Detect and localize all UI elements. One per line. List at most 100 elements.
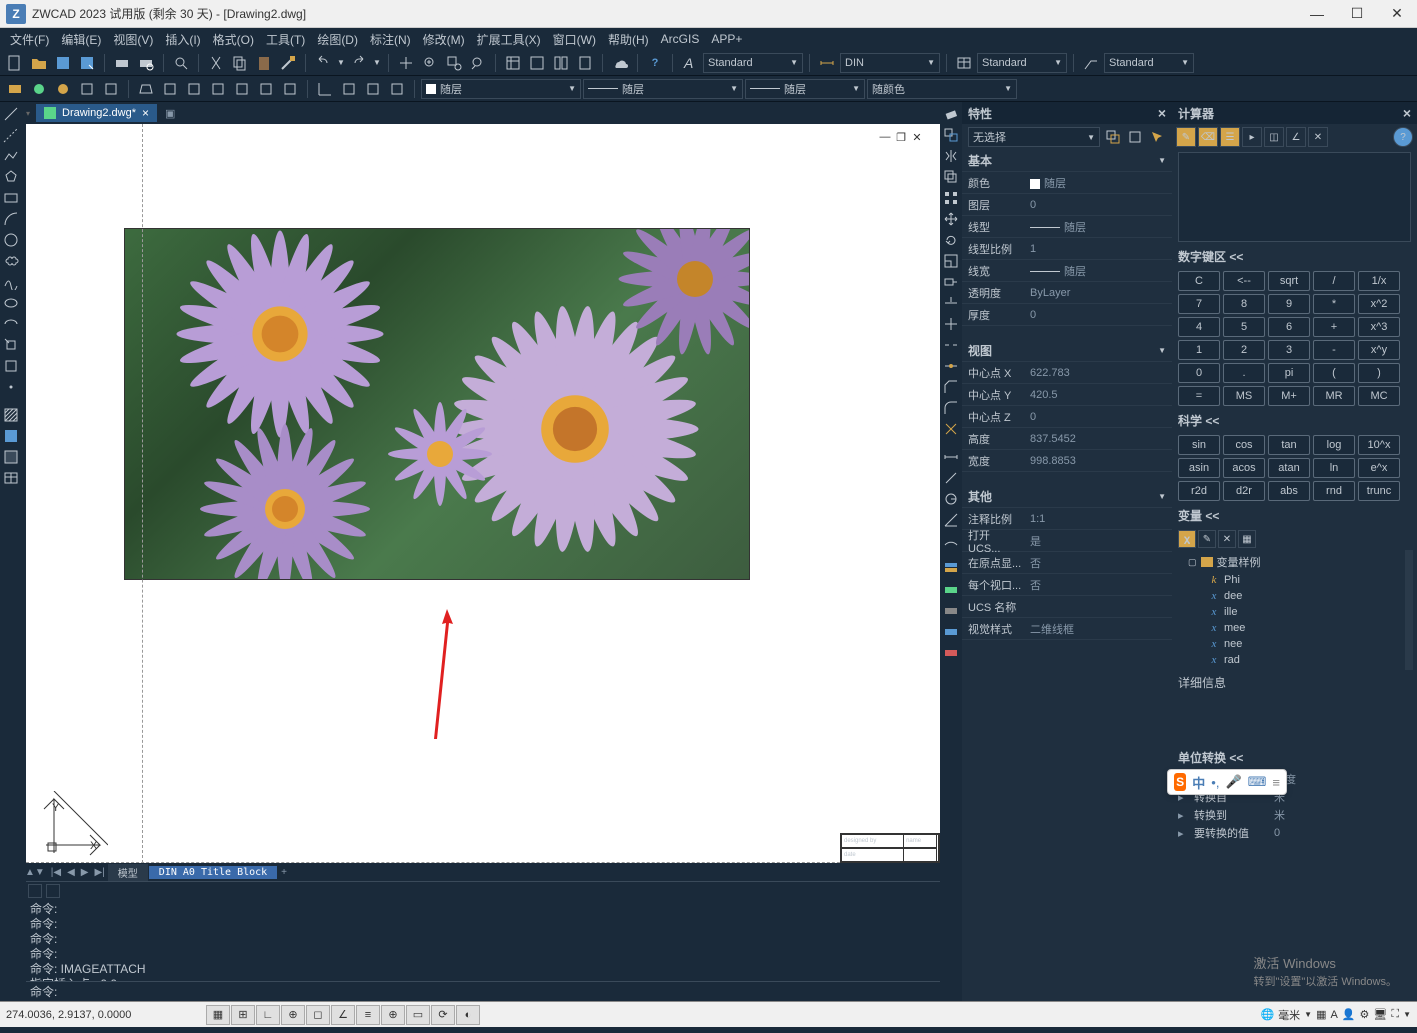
- table-tool[interactable]: [1, 468, 21, 488]
- layer-10[interactable]: [231, 78, 253, 100]
- status-layer-icon[interactable]: ▦: [1316, 1008, 1326, 1021]
- calc-key-8[interactable]: 8: [1223, 294, 1265, 314]
- layout-prev[interactable]: ◀: [64, 867, 78, 878]
- calc-key-sqrt[interactable]: sqrt: [1268, 271, 1310, 291]
- calc-key-M+[interactable]: M+: [1268, 386, 1310, 406]
- close-window-button[interactable]: ✕: [1377, 0, 1417, 28]
- calc-key-0[interactable]: 0: [1178, 363, 1220, 383]
- block-tool[interactable]: [1, 356, 21, 376]
- layer-state-3[interactable]: [52, 78, 74, 100]
- menu-format[interactable]: 格式(O): [207, 29, 260, 50]
- dim-style-combo[interactable]: DIN▼: [840, 53, 940, 73]
- cut-button[interactable]: [205, 52, 227, 74]
- layout-next[interactable]: ▶: [78, 867, 92, 878]
- layer-5[interactable]: [100, 78, 122, 100]
- calc-key-1[interactable]: 1: [1178, 340, 1220, 360]
- minimize-button[interactable]: —: [1297, 0, 1337, 28]
- calc-numeric-header[interactable]: 数字键区 <<: [1172, 244, 1417, 269]
- property-row[interactable]: 宽度998.8853: [962, 450, 1172, 472]
- lwt-button[interactable]: ≡: [356, 1005, 380, 1025]
- layer-9[interactable]: [207, 78, 229, 100]
- ucs-3[interactable]: [362, 78, 384, 100]
- polyline-tool[interactable]: [1, 146, 21, 166]
- property-value[interactable]: 0: [1022, 411, 1172, 423]
- text-style-combo[interactable]: Standard▼: [703, 53, 803, 73]
- calc-key-x^2[interactable]: x^2: [1358, 294, 1400, 314]
- status-gear-icon[interactable]: ⚙: [1360, 1008, 1370, 1021]
- ime-voice-icon[interactable]: 🎤: [1225, 774, 1241, 790]
- trim-tool[interactable]: [941, 293, 961, 313]
- calc-key-<--[interactable]: <--: [1223, 271, 1265, 291]
- status-unit-label[interactable]: 毫米: [1278, 1007, 1300, 1023]
- polygon-tool[interactable]: [1, 167, 21, 187]
- calc-tb-7[interactable]: ✕: [1308, 127, 1328, 147]
- calc-key-+[interactable]: +: [1313, 317, 1355, 337]
- snap-button[interactable]: ▦: [206, 1005, 230, 1025]
- calc-key-=[interactable]: =: [1178, 386, 1220, 406]
- arc-tool[interactable]: [1, 209, 21, 229]
- property-value[interactable]: ByLayer: [1022, 287, 1172, 299]
- menu-window[interactable]: 窗口(W): [547, 29, 602, 50]
- property-value[interactable]: 随层: [1022, 263, 1172, 279]
- layout-tab-1[interactable]: DIN A0 Title Block: [149, 866, 277, 879]
- calc-key-cos[interactable]: cos: [1223, 435, 1265, 455]
- copy-tool[interactable]: [941, 125, 961, 145]
- dim-arc[interactable]: [941, 531, 961, 551]
- point-tool[interactable]: [1, 377, 21, 397]
- calc-key-d2r[interactable]: d2r: [1223, 481, 1265, 501]
- calc-tb-1[interactable]: ✎: [1176, 127, 1196, 147]
- layer-off[interactable]: [941, 601, 961, 621]
- attached-image[interactable]: [124, 228, 750, 580]
- line-tool[interactable]: [1, 104, 21, 124]
- calc-key-.[interactable]: .: [1223, 363, 1265, 383]
- var-item[interactable]: xnee: [1178, 636, 1399, 652]
- pickadd-icon[interactable]: [1126, 128, 1144, 146]
- layer-4[interactable]: [76, 78, 98, 100]
- zoom-window-button[interactable]: [443, 52, 465, 74]
- open-button[interactable]: [28, 52, 50, 74]
- transparency-button[interactable]: ◐: [456, 1005, 480, 1025]
- calc-key-10^x[interactable]: 10^x: [1358, 435, 1400, 455]
- undo-button[interactable]: [312, 52, 334, 74]
- var-item[interactable]: kPhi: [1178, 572, 1399, 588]
- find-button[interactable]: [170, 52, 192, 74]
- property-row[interactable]: 中心点 Z0: [962, 406, 1172, 428]
- region-tool[interactable]: [1, 447, 21, 467]
- calculator-close-icon[interactable]: ×: [1403, 105, 1411, 121]
- calc-key-2[interactable]: 2: [1223, 340, 1265, 360]
- layer-12[interactable]: [279, 78, 301, 100]
- menu-tools[interactable]: 工具(T): [260, 29, 311, 50]
- menu-file[interactable]: 文件(F): [4, 29, 55, 50]
- property-value[interactable]: 二维线框: [1022, 621, 1172, 637]
- property-value[interactable]: 420.5: [1022, 389, 1172, 401]
- calc-key-tan[interactable]: tan: [1268, 435, 1310, 455]
- ucs-1[interactable]: [314, 78, 336, 100]
- zoom-realtime-button[interactable]: [419, 52, 441, 74]
- var-folder[interactable]: ▢ 变量样例: [1178, 552, 1399, 572]
- layout-nav[interactable]: ▲▼: [22, 867, 48, 878]
- property-row[interactable]: 高度837.5452: [962, 428, 1172, 450]
- menu-arcgis[interactable]: ArcGIS: [655, 30, 706, 48]
- property-value[interactable]: 1:1: [1022, 513, 1172, 525]
- property-row[interactable]: 视觉样式二维线框: [962, 618, 1172, 640]
- property-row[interactable]: 图层0: [962, 194, 1172, 216]
- drawing-viewport[interactable]: — ❐ ✕: [26, 124, 940, 863]
- var-item[interactable]: xmee: [1178, 620, 1399, 636]
- ellipsearc-tool[interactable]: [1, 314, 21, 334]
- cmd-btn-2[interactable]: [46, 884, 60, 898]
- calc-key-([interactable]: (: [1313, 363, 1355, 383]
- property-value[interactable]: 随层: [1022, 219, 1172, 235]
- status-scale-icon[interactable]: 👤: [1342, 1008, 1356, 1021]
- calc-key-ln[interactable]: ln: [1313, 458, 1355, 478]
- var-edit-icon[interactable]: ✎: [1198, 530, 1216, 548]
- calc-key-pi[interactable]: pi: [1268, 363, 1310, 383]
- select-objects-icon[interactable]: [1148, 128, 1166, 146]
- layer-combo[interactable]: 随层▼: [421, 79, 581, 99]
- pan-button[interactable]: [395, 52, 417, 74]
- chamfer-tool[interactable]: [941, 377, 961, 397]
- new-button[interactable]: [4, 52, 26, 74]
- match-props-button[interactable]: [277, 52, 299, 74]
- array-tool[interactable]: [941, 188, 961, 208]
- calc-tb-4[interactable]: ▸: [1242, 127, 1262, 147]
- var-item[interactable]: xille: [1178, 604, 1399, 620]
